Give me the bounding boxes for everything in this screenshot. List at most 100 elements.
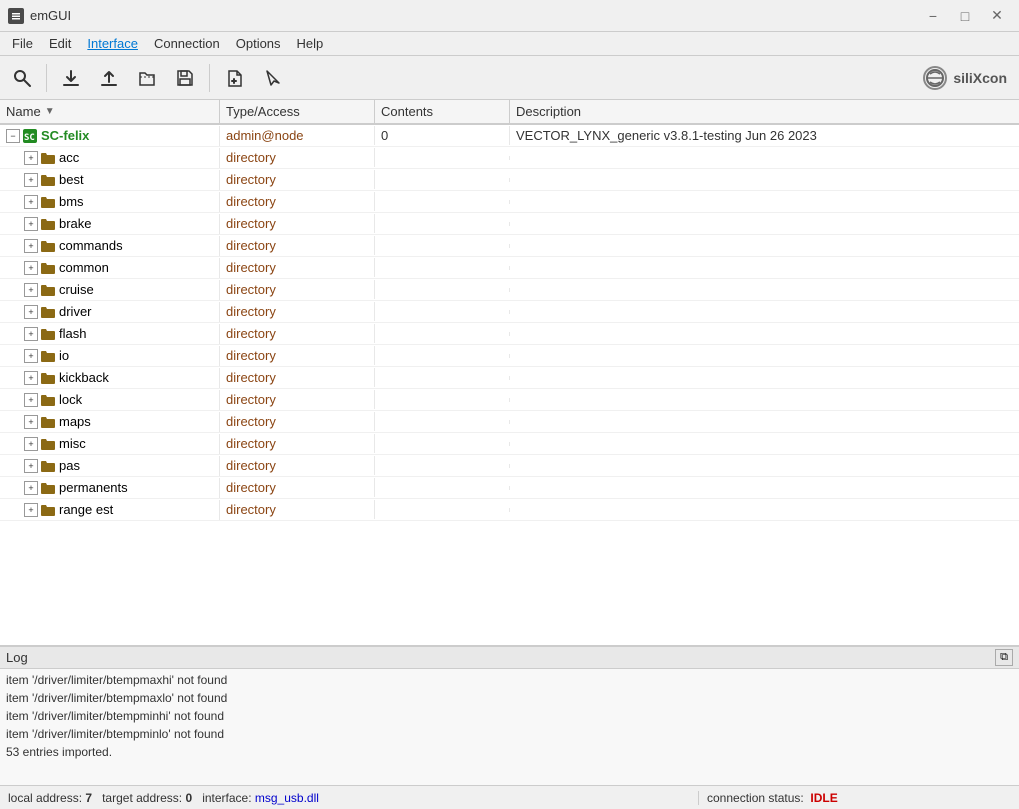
col-header-type: Type/Access <box>220 100 375 123</box>
title-bar-left: emGUI <box>8 8 71 24</box>
open-button[interactable] <box>129 60 165 96</box>
row-contents-cell <box>375 288 510 292</box>
table-row[interactable]: + driverdirectory <box>0 301 1019 323</box>
upload-button[interactable] <box>91 60 127 96</box>
menu-options[interactable]: Options <box>228 34 289 53</box>
expand-button[interactable]: + <box>24 393 38 407</box>
menu-interface[interactable]: Interface <box>79 34 146 53</box>
expand-button[interactable]: + <box>24 415 38 429</box>
toolbar-sep-1 <box>46 64 47 92</box>
row-description-cell <box>510 244 1019 248</box>
log-restore-button[interactable]: ⧉ <box>995 649 1013 666</box>
table-row[interactable]: + iodirectory <box>0 345 1019 367</box>
status-right: connection status: IDLE <box>699 791 1019 805</box>
row-description-cell <box>510 310 1019 314</box>
expand-button[interactable]: + <box>24 327 38 341</box>
row-contents-cell <box>375 442 510 446</box>
row-contents-cell <box>375 354 510 358</box>
row-contents-cell <box>375 486 510 490</box>
table-row[interactable]: + bestdirectory <box>0 169 1019 191</box>
expand-button[interactable]: + <box>24 503 38 517</box>
row-name-text: cruise <box>59 282 94 297</box>
menu-help[interactable]: Help <box>289 34 332 53</box>
row-description-cell <box>510 200 1019 204</box>
row-name-text: range est <box>59 502 113 517</box>
row-type-cell: directory <box>220 214 375 233</box>
menu-connection[interactable]: Connection <box>146 34 228 53</box>
row-name-text: kickback <box>59 370 109 385</box>
table-row[interactable]: + accdirectory <box>0 147 1019 169</box>
folder-icon <box>40 282 56 298</box>
table-row[interactable]: + cruisedirectory <box>0 279 1019 301</box>
row-name-text: misc <box>59 436 86 451</box>
row-name-text: brake <box>59 216 92 231</box>
folder-icon <box>40 150 56 166</box>
new-document-button[interactable] <box>216 60 252 96</box>
expand-button[interactable]: − <box>6 129 20 143</box>
row-name-text: commands <box>59 238 123 253</box>
expand-button[interactable]: + <box>24 371 38 385</box>
table-row[interactable]: + bmsdirectory <box>0 191 1019 213</box>
expand-button[interactable]: + <box>24 217 38 231</box>
row-contents-cell <box>375 464 510 468</box>
row-description-cell <box>510 332 1019 336</box>
row-type-cell: admin@node <box>220 126 375 145</box>
maximize-button[interactable]: □ <box>951 6 979 26</box>
folder-icon <box>40 216 56 232</box>
row-type-cell: directory <box>220 500 375 519</box>
row-contents-cell <box>375 332 510 336</box>
download-button[interactable] <box>53 60 89 96</box>
minimize-button[interactable]: − <box>919 6 947 26</box>
row-name-cell: + cruise <box>0 280 220 300</box>
expand-button[interactable]: + <box>24 173 38 187</box>
row-type-cell: directory <box>220 478 375 497</box>
row-type-cell: directory <box>220 236 375 255</box>
table-row[interactable]: − SC SC-felixadmin@node0VECTOR_LYNX_gene… <box>0 125 1019 147</box>
table-row[interactable]: + flashdirectory <box>0 323 1019 345</box>
expand-button[interactable]: + <box>24 195 38 209</box>
table-row[interactable]: + pasdirectory <box>0 455 1019 477</box>
table-row[interactable]: + commands directory <box>0 235 1019 257</box>
expand-button[interactable]: + <box>24 349 38 363</box>
tree-rows-container: − SC SC-felixadmin@node0VECTOR_LYNX_gene… <box>0 125 1019 521</box>
row-name-text: SC-felix <box>41 128 89 143</box>
row-contents-cell <box>375 178 510 182</box>
table-row[interactable]: + permanents directory <box>0 477 1019 499</box>
folder-icon <box>40 348 56 364</box>
pointer-button[interactable] <box>254 60 290 96</box>
row-name-text: lock <box>59 392 82 407</box>
menu-edit[interactable]: Edit <box>41 34 79 53</box>
table-row[interactable]: + brake directory <box>0 213 1019 235</box>
row-description-cell <box>510 354 1019 358</box>
table-row[interactable]: + kickbackdirectory <box>0 367 1019 389</box>
log-title: Log <box>6 650 28 665</box>
row-contents-cell <box>375 508 510 512</box>
silixcon-logo: siliXcon <box>923 66 1015 90</box>
expand-button[interactable]: + <box>24 437 38 451</box>
row-type-cell: directory <box>220 148 375 167</box>
expand-button[interactable]: + <box>24 151 38 165</box>
row-name-text: permanents <box>59 480 128 495</box>
menu-file[interactable]: File <box>4 34 41 53</box>
tree-table[interactable]: Name ▼ Type/Access Contents Description … <box>0 100 1019 645</box>
expand-button[interactable]: + <box>24 283 38 297</box>
expand-button[interactable]: + <box>24 305 38 319</box>
folder-icon <box>40 458 56 474</box>
close-button[interactable]: ✕ <box>983 6 1011 26</box>
table-row[interactable]: + mapsdirectory <box>0 411 1019 433</box>
expand-button[interactable]: + <box>24 481 38 495</box>
expand-button[interactable]: + <box>24 261 38 275</box>
folder-icon <box>40 480 56 496</box>
table-row[interactable]: + miscdirectory <box>0 433 1019 455</box>
row-contents-cell: 0 <box>375 126 510 145</box>
row-description-cell <box>510 486 1019 490</box>
table-row[interactable]: + lockdirectory <box>0 389 1019 411</box>
interface-value: msg_usb.dll <box>255 791 319 805</box>
row-type-cell: directory <box>220 412 375 431</box>
search-button[interactable] <box>4 60 40 96</box>
table-row[interactable]: + commondirectory <box>0 257 1019 279</box>
expand-button[interactable]: + <box>24 459 38 473</box>
expand-button[interactable]: + <box>24 239 38 253</box>
save-button[interactable] <box>167 60 203 96</box>
table-row[interactable]: + range est directory <box>0 499 1019 521</box>
